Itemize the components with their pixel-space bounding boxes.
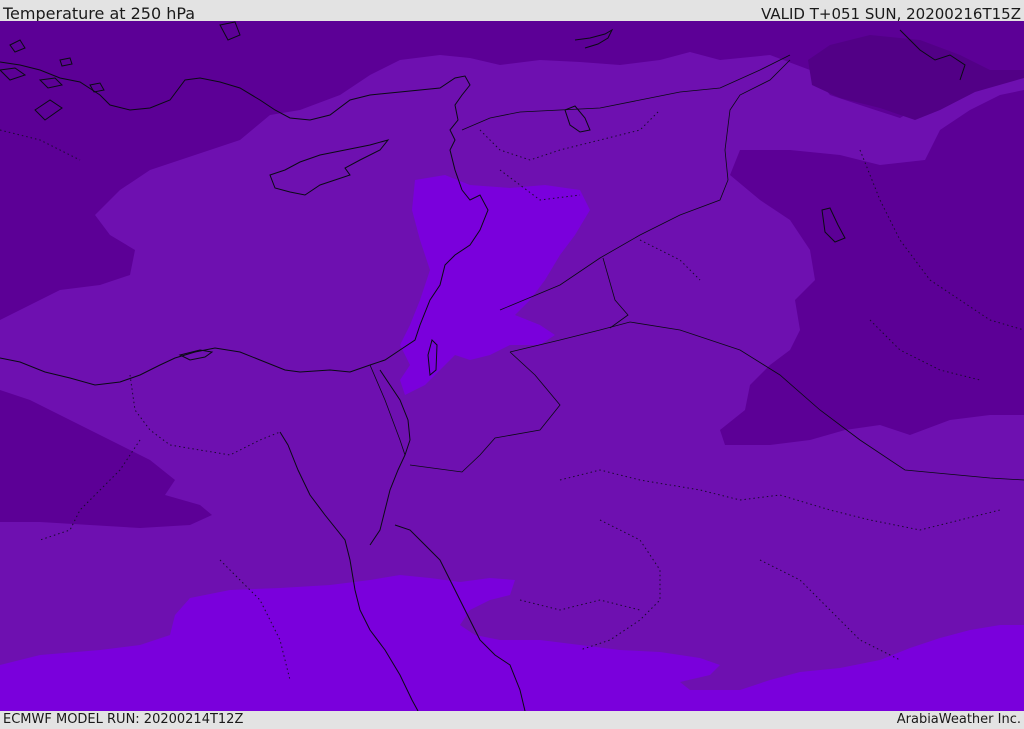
model-run: ECMWF MODEL RUN: 20200214T12Z bbox=[3, 712, 244, 727]
footer-bar: ECMWF MODEL RUN: 20200214T12Z ArabiaWeat… bbox=[0, 711, 1024, 729]
credit-label: ArabiaWeather Inc. bbox=[896, 712, 1021, 727]
temperature-map[interactable] bbox=[0, 21, 1024, 711]
map-canvas bbox=[0, 21, 1024, 711]
header-bar: Temperature at 250 hPa VALID T+051 SUN, … bbox=[0, 0, 1024, 23]
